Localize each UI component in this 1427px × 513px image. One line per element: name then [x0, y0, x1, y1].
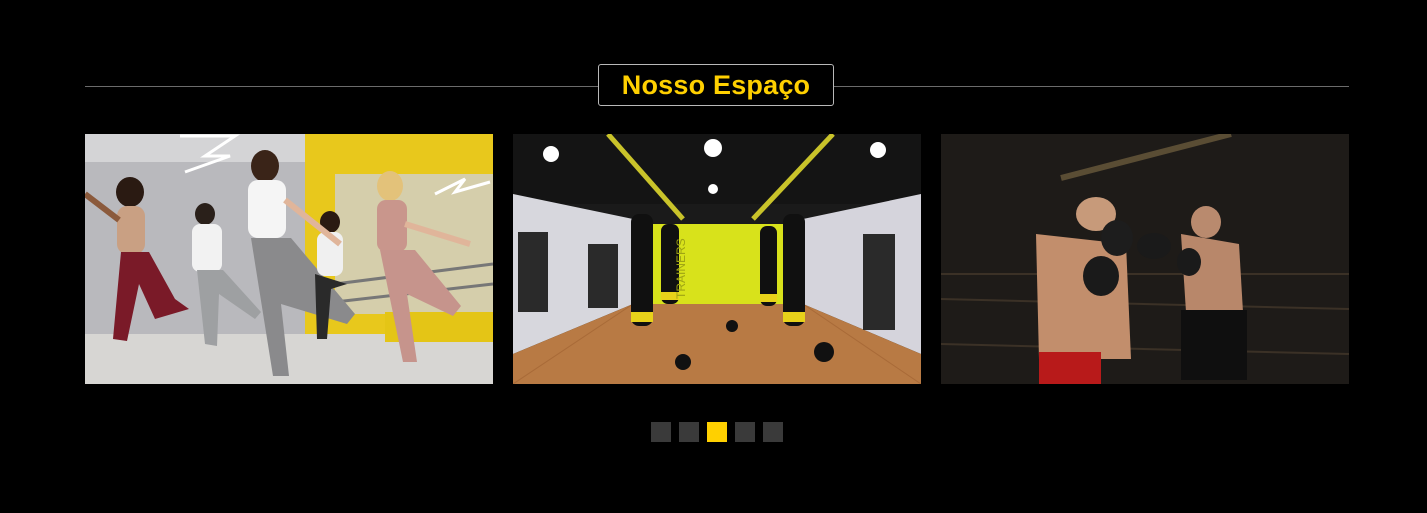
pagination-dot-1[interactable] — [651, 422, 671, 442]
pagination-dot-2[interactable] — [679, 422, 699, 442]
pagination-dot-5[interactable] — [763, 422, 783, 442]
gallery-slide-sparring[interactable] — [941, 134, 1349, 384]
gallery-slide-gym[interactable]: TRAINERS — [513, 134, 921, 384]
pagination-dot-3[interactable] — [707, 422, 727, 442]
section-title: Nosso Espaço — [621, 69, 811, 100]
dance-class-image — [85, 134, 493, 384]
pagination-dot-4[interactable] — [735, 422, 755, 442]
gym-wall-text: TRAINERS — [674, 238, 688, 299]
carousel-pagination — [651, 422, 783, 442]
section-title-box: Nosso Espaço — [598, 64, 834, 106]
boxing-gym-image: TRAINERS — [513, 134, 921, 384]
section-header: Nosso Espaço — [85, 64, 1349, 108]
sparring-image — [941, 134, 1349, 384]
gallery-slide-dance[interactable] — [85, 134, 493, 384]
